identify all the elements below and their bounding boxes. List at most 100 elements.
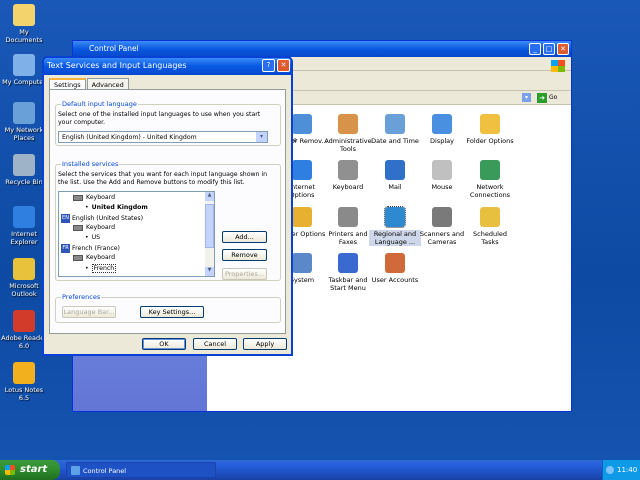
control-panel-item-icon (385, 253, 405, 273)
tree-item[interactable]: EN English (United States) (61, 214, 143, 223)
text-services-dialog: Text Services and Input Languages ? ✕ Se… (42, 56, 293, 356)
group-title: Preferences (61, 293, 102, 301)
control-panel-item-icon (385, 114, 405, 134)
group-description: Select the services that you want for ea… (58, 171, 268, 186)
services-tree[interactable]: Keyboard • United Kingdom EN English (United… (58, 191, 215, 277)
go-arrow-icon: ➔ (537, 92, 547, 103)
windows-logo-icon (551, 60, 565, 72)
control-panel-item-label: Folder Options (466, 137, 514, 145)
control-panel-item-icon (480, 114, 500, 134)
tree-item[interactable]: FR French (France) (61, 244, 120, 253)
go-button[interactable]: ➔ Go (537, 92, 561, 103)
desktop-icon-label: Adobe Reader 6.0 (1, 334, 47, 350)
desktop-icon-my-network-places[interactable]: My Network Places (0, 102, 48, 142)
ok-button[interactable]: OK (142, 338, 186, 350)
tree-item-label: Keyboard (86, 194, 116, 201)
control-panel-item-icon (338, 207, 358, 227)
control-panel-item[interactable]: Taskbar and Start Menu (322, 253, 374, 292)
tree-item[interactable]: Keyboard (73, 254, 115, 261)
start-button[interactable]: start (0, 460, 60, 480)
desktop-icon-label: My Computer (2, 78, 46, 86)
remove-button[interactable]: Remove (222, 249, 267, 261)
dialog-close-button[interactable]: ✕ (277, 59, 290, 72)
maximize-button[interactable]: □ (543, 43, 555, 55)
window-title: Control Panel (89, 44, 139, 53)
bullet-icon: • (85, 265, 89, 272)
control-panel-item-label: Network Connections (469, 183, 511, 199)
start-label: start (20, 464, 48, 475)
minimize-button[interactable]: _ (529, 43, 541, 55)
control-panel-item[interactable]: Mail (369, 160, 421, 191)
control-panel-item[interactable]: Scheduled Tasks (464, 207, 516, 246)
control-panel-item-label: User Accounts (371, 276, 419, 284)
tray-icon[interactable] (606, 466, 614, 474)
clock: 11:40 (617, 466, 638, 474)
address-dropdown-button[interactable]: ▾ (522, 93, 531, 102)
group-title: Default input language (61, 100, 138, 108)
control-panel-item[interactable]: Printers and Faxes (322, 207, 374, 246)
properties-button[interactable]: Properties... (222, 268, 267, 280)
control-panel-item[interactable]: Display (416, 114, 468, 145)
scroll-thumb[interactable] (205, 204, 214, 248)
language-bar-button[interactable]: Language Bar... (62, 306, 116, 318)
desktop-icon-adobe-reader[interactable]: Adobe Reader 6.0 (0, 310, 48, 350)
tree-item[interactable]: • US (85, 234, 100, 241)
control-panel-item[interactable]: Scanners and Cameras (416, 207, 468, 246)
control-panel-item-label: Taskbar and Start Menu (328, 276, 368, 292)
control-panel-item-icon (385, 160, 405, 180)
control-panel-item-icon (480, 207, 500, 227)
recycle-bin-icon (13, 154, 35, 176)
control-panel-item-icon (338, 253, 358, 273)
control-panel-item[interactable]: Keyboard (322, 160, 374, 191)
default-language-select[interactable]: English (United Kingdom) - United Kingdo… (58, 131, 268, 143)
desktop-icon-label: Recycle Bin (5, 178, 43, 186)
desktop-icon-my-documents[interactable]: My Documents (0, 4, 48, 44)
outlook-icon (13, 258, 35, 280)
system-tray: 11:40 (602, 460, 640, 480)
desktop-icon-recycle-bin[interactable]: Recycle Bin (0, 154, 48, 186)
apply-button[interactable]: Apply (243, 338, 287, 350)
control-panel-item-label: Mail (388, 183, 402, 191)
help-button[interactable]: ? (262, 59, 275, 72)
desktop-icon-internet-explorer[interactable]: Internet Explorer (0, 206, 48, 246)
tree-item[interactable]: • French (85, 264, 117, 273)
tree-item[interactable]: Keyboard (73, 224, 115, 231)
desktop-icon-label: Internet Explorer (10, 230, 38, 246)
control-panel-titlebar[interactable]: Control Panel _ □ ✕ (73, 41, 571, 57)
desktop-icon-outlook[interactable]: Microsoft Outlook (0, 258, 48, 298)
control-panel-item[interactable]: User Accounts (369, 253, 421, 284)
control-panel-item[interactable]: Regional and Language ... (369, 206, 421, 246)
control-panel-item[interactable]: Network Connections (464, 160, 516, 199)
cancel-button[interactable]: Cancel (193, 338, 237, 350)
scroll-up-icon[interactable]: ▲ (205, 192, 214, 201)
desktop-icon-lotus-notes[interactable]: Lotus Notes 6.5 (0, 362, 48, 402)
taskbar: start Control Panel 11:40 (0, 460, 640, 480)
close-button[interactable]: ✕ (557, 43, 569, 55)
control-panel-item[interactable]: Mouse (416, 160, 468, 191)
control-panel-item-icon (432, 207, 452, 227)
control-panel-item-icon (432, 160, 452, 180)
tree-item[interactable]: Keyboard (73, 194, 115, 201)
lotus-notes-icon (13, 362, 35, 384)
windows-logo-icon (5, 465, 15, 475)
installed-services-group: Installed services Select the services t… (55, 160, 281, 281)
desktop-icon-my-computer[interactable]: My Computer (0, 54, 48, 86)
dialog-titlebar[interactable]: Text Services and Input Languages ? ✕ (44, 58, 291, 75)
preferences-group: Preferences Language Bar... Key Settings… (55, 293, 281, 323)
select-value: English (United Kingdom) - United Kingdo… (62, 134, 197, 141)
control-panel-item[interactable]: Administrative Tools (322, 114, 374, 153)
add-button[interactable]: Add... (222, 231, 267, 243)
scroll-down-icon[interactable]: ▼ (205, 267, 214, 276)
control-panel-item[interactable]: Date and Time (369, 114, 421, 145)
tree-item-label: English (United States) (72, 215, 144, 222)
tree-item[interactable]: • United Kingdom (85, 204, 148, 211)
key-settings-button[interactable]: Key Settings... (140, 306, 204, 318)
control-panel-item-icon (384, 206, 406, 228)
keyboard-icon (73, 224, 83, 231)
internet-explorer-icon (13, 206, 35, 228)
control-panel-item[interactable]: Folder Options (464, 114, 516, 145)
taskbar-item-control-panel[interactable]: Control Panel (66, 462, 216, 478)
adobe-reader-icon (13, 310, 35, 332)
tree-scrollbar[interactable]: ▲ ▼ (205, 192, 214, 276)
dialog-title: Text Services and Input Languages (47, 61, 187, 70)
